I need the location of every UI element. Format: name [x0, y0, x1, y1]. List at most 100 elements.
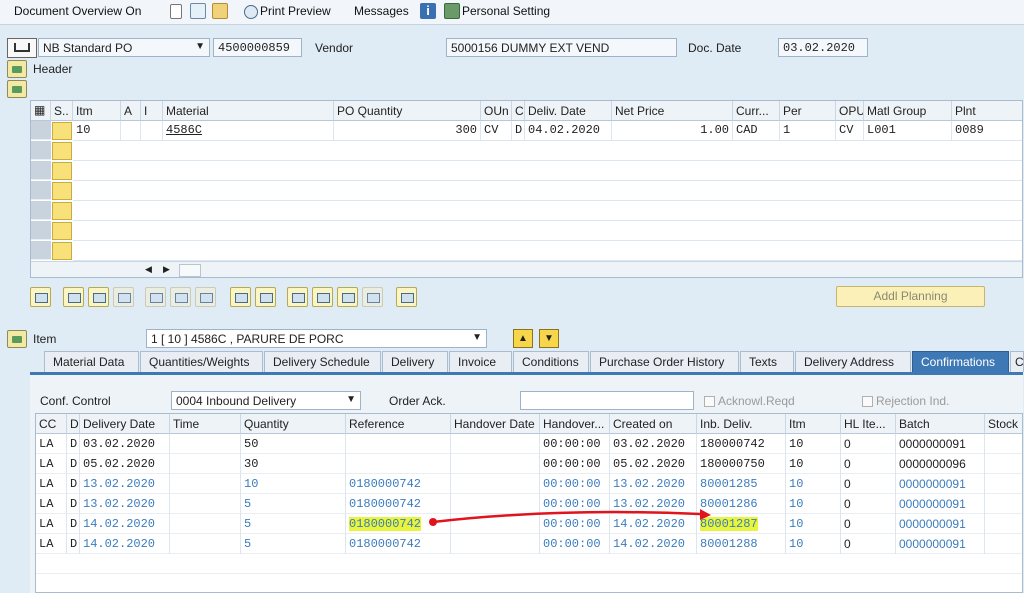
delivery-date-cell[interactable]: 13.02.2020 [80, 474, 170, 494]
col-header-cc[interactable]: CC [36, 414, 67, 434]
row-selector[interactable] [31, 201, 51, 220]
created-on-cell[interactable]: 13.02.2020 [610, 494, 697, 514]
col-header-deliv-date[interactable]: Deliv. Date [525, 101, 612, 121]
d-cell[interactable]: D [67, 494, 80, 514]
status-cell[interactable] [52, 122, 72, 140]
time-cell[interactable] [170, 434, 241, 454]
handover-date-cell[interactable] [451, 534, 540, 554]
d-cell[interactable]: D [67, 434, 80, 454]
col-header-opu[interactable]: OPU [836, 101, 864, 121]
handover-time-cell[interactable]: 00:00:00 [540, 454, 610, 474]
col-header-reference[interactable]: Reference [346, 414, 451, 434]
tab-invoice[interactable]: Invoice [449, 351, 512, 372]
batch-cell[interactable]: 0000000091 [896, 494, 985, 514]
col-header-hl-item[interactable]: HL Ite... [841, 414, 896, 434]
tab-conditions[interactable]: Conditions [513, 351, 589, 372]
created-on-cell[interactable]: 13.02.2020 [610, 474, 697, 494]
quantity-cell[interactable]: 10 [241, 474, 346, 494]
time-cell[interactable] [170, 494, 241, 514]
other-document-icon[interactable] [212, 3, 228, 19]
currency-cell[interactable]: CAD [733, 121, 780, 141]
cc-cell[interactable]: LA [36, 434, 67, 454]
d-cell[interactable]: D [67, 454, 80, 474]
item-select[interactable]: 1 [ 10 ] 4586C , PARURE DE PORC ▼ [146, 329, 487, 348]
col-header-delivery-date[interactable]: Delivery Date [80, 414, 170, 434]
item-expand-icon[interactable] [7, 330, 27, 348]
quantity-cell[interactable]: 5 [241, 494, 346, 514]
copy-button[interactable] [113, 287, 134, 307]
reference-cell[interactable] [346, 434, 451, 454]
inb-deliv-cell[interactable]: 180000750 [697, 454, 786, 474]
scroll-left-icon[interactable]: ◀ [145, 264, 152, 275]
oun-cell[interactable]: CV [481, 121, 512, 141]
quantity-cell[interactable]: 5 [241, 514, 346, 534]
select-all-button[interactable] [63, 287, 84, 307]
created-on-cell[interactable]: 03.02.2020 [610, 434, 697, 454]
doc-overview-button[interactable]: Document Overview On [14, 4, 141, 18]
new-document-icon[interactable] [170, 4, 182, 19]
handover-time-cell[interactable]: 00:00:00 [540, 434, 610, 454]
col-header-handover-date[interactable]: Handover Date [451, 414, 540, 434]
row-selector[interactable] [31, 181, 51, 200]
itm-cell[interactable]: 10 [786, 474, 841, 494]
d-cell[interactable]: D [67, 514, 80, 534]
status-cell[interactable] [52, 242, 72, 260]
status-cell[interactable] [52, 162, 72, 180]
horizontal-scrollbar[interactable]: ◀ ▶ [31, 261, 1022, 277]
reference-cell[interactable]: 0180000742 [346, 534, 451, 554]
row-selector[interactable] [31, 121, 51, 140]
created-on-cell[interactable]: 05.02.2020 [610, 454, 697, 474]
col-header-batch[interactable]: Batch [896, 414, 985, 434]
filter-button[interactable] [337, 287, 358, 307]
row-selector[interactable] [31, 241, 51, 260]
item-number-cell[interactable]: 10 [73, 121, 121, 141]
cut-button[interactable] [230, 287, 251, 307]
col-header-per[interactable]: Per [780, 101, 836, 121]
row-selector[interactable] [31, 221, 51, 240]
po-quantity-cell[interactable]: 300 [334, 121, 481, 141]
next-item-button[interactable]: ▼ [539, 329, 559, 348]
handover-date-cell[interactable] [451, 494, 540, 514]
tab-material-data[interactable]: Material Data [44, 351, 139, 372]
col-header-net-price[interactable]: Net Price [612, 101, 733, 121]
created-on-cell[interactable]: 14.02.2020 [610, 514, 697, 534]
reference-cell[interactable]: 0180000742 [346, 494, 451, 514]
handover-time-cell[interactable]: 00:00:00 [540, 514, 610, 534]
hl-item-cell[interactable]: 0 [841, 514, 896, 534]
net-price-cell[interactable]: 1.00 [612, 121, 733, 141]
previous-item-button[interactable]: ▲ [513, 329, 533, 348]
deselect-all-button[interactable] [88, 287, 109, 307]
po-number-field[interactable]: 4500000859 [213, 38, 302, 57]
time-cell[interactable] [170, 474, 241, 494]
hl-item-cell[interactable]: 0 [841, 474, 896, 494]
inb-deliv-cell[interactable]: 80001287 [697, 514, 786, 534]
delivery-date-cell[interactable]: 13.02.2020 [80, 494, 170, 514]
print-preview-button[interactable]: Print Preview [260, 4, 331, 18]
reference-cell[interactable] [346, 454, 451, 474]
personal-setting-button[interactable]: Personal Setting [462, 4, 550, 18]
reference-cell[interactable]: 0180000742 [346, 474, 451, 494]
col-header-itm[interactable]: Itm [73, 101, 121, 121]
scroll-thumb[interactable] [179, 264, 201, 277]
col-header-quantity[interactable]: Quantity [241, 414, 346, 434]
status-cell[interactable] [52, 202, 72, 220]
tab-po-history[interactable]: Purchase Order History [590, 351, 739, 372]
hl-item-cell[interactable]: 0 [841, 534, 896, 554]
tab-delivery-schedule[interactable]: Delivery Schedule [264, 351, 381, 372]
display-change-icon[interactable] [190, 3, 206, 19]
itm-cell[interactable]: 10 [786, 514, 841, 534]
c-cell[interactable]: D [512, 121, 525, 141]
itm-cell[interactable]: 10 [786, 494, 841, 514]
delivery-date-cell[interactable]: 14.02.2020 [80, 514, 170, 534]
handover-time-cell[interactable]: 00:00:00 [540, 534, 610, 554]
per-cell[interactable]: 1 [780, 121, 836, 141]
handover-time-cell[interactable]: 00:00:00 [540, 494, 610, 514]
col-header-matl-group[interactable]: Matl Group [864, 101, 952, 121]
batch-cell[interactable]: 0000000096 [896, 454, 985, 474]
delivery-date-cell[interactable]: 05.02.2020 [80, 454, 170, 474]
col-header-i[interactable]: I [141, 101, 163, 121]
tab-confirmations[interactable]: Confirmations [912, 351, 1009, 372]
handover-date-cell[interactable] [451, 514, 540, 534]
batch-cell[interactable]: 0000000091 [896, 474, 985, 494]
cc-cell[interactable]: LA [36, 454, 67, 474]
